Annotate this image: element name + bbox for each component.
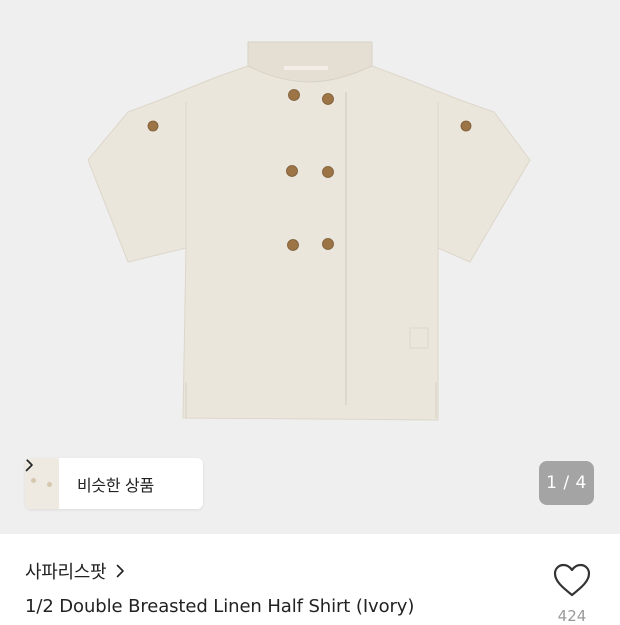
- similar-products-button[interactable]: 비슷한 상품: [25, 458, 203, 509]
- shirt-body: [87, 41, 531, 421]
- similar-thumbnail: [41, 458, 60, 509]
- button: [322, 93, 334, 105]
- product-title: 1/2 Double Breasted Linen Half Shirt (Iv…: [25, 596, 415, 617]
- button: [286, 165, 298, 177]
- button: [322, 238, 334, 250]
- image-counter: 1 / 4: [539, 461, 594, 505]
- heart-icon: [553, 563, 591, 597]
- collar-label: [284, 66, 328, 70]
- product-image: [87, 41, 531, 421]
- like-button[interactable]: [552, 562, 592, 598]
- chevron-right-icon: [116, 564, 125, 578]
- button: [460, 120, 472, 132]
- button: [322, 166, 334, 178]
- similar-products-label: 비슷한 상품: [77, 475, 154, 495]
- button: [288, 89, 300, 101]
- like-count: 424: [557, 607, 587, 625]
- button: [287, 239, 299, 251]
- brand-link[interactable]: 사파리스팟: [25, 558, 125, 584]
- button: [147, 120, 159, 132]
- brand-name: 사파리스팟: [25, 562, 107, 583]
- product-image-gallery[interactable]: 비슷한 상품 1 / 4: [0, 0, 620, 534]
